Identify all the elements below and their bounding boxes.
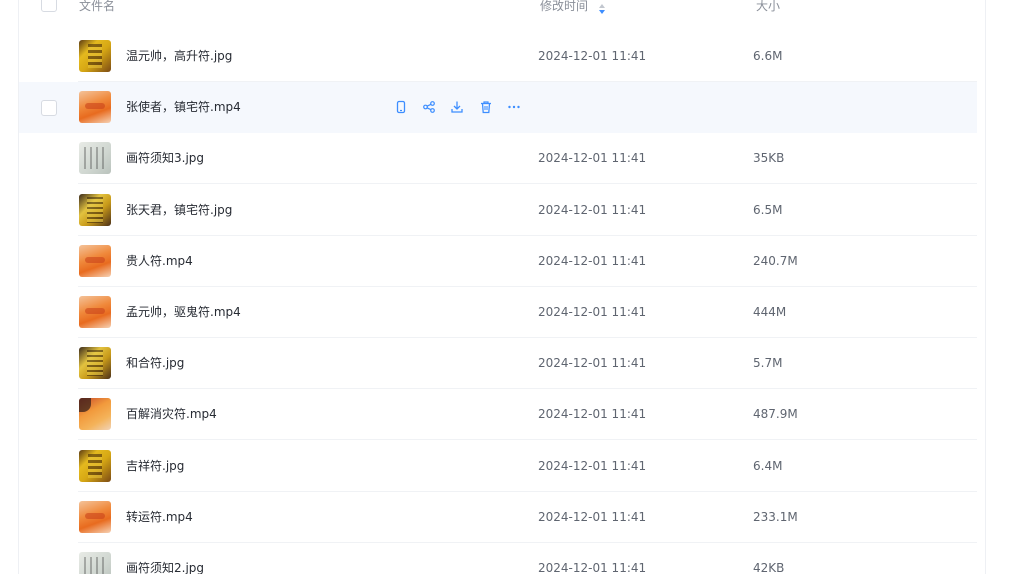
file-modified-time: 2024-12-01 11:41 <box>538 356 647 371</box>
file-modified-time: 2024-12-01 11:41 <box>538 305 647 319</box>
file-size: 6.4M <box>753 458 783 473</box>
file-row[interactable]: 孟元帅，驱鬼符.mp4 2024-12-01 11:41 444M <box>19 287 977 338</box>
file-row[interactable]: 贵人符.mp4 2024-12-01 11:41 240.7M <box>19 236 977 287</box>
file-thumbnail <box>79 347 111 380</box>
download-icon[interactable] <box>448 98 466 116</box>
row-checkbox[interactable] <box>41 100 57 117</box>
sort-icon[interactable] <box>598 0 606 19</box>
file-name[interactable]: 画符须知3.jpg <box>126 150 204 166</box>
file-row[interactable]: 和合符.jpg 2024-12-01 11:41 5.7M <box>19 338 977 390</box>
file-thumbnail <box>79 142 111 175</box>
file-size: 35KB <box>753 151 785 166</box>
file-modified-time: 2024-12-01 11:41 <box>538 253 647 268</box>
file-list-header: 文件名 修改时间 大小 <box>19 0 985 30</box>
column-header-size[interactable]: 大小 <box>756 0 780 12</box>
file-row[interactable]: 画符须知2.jpg 2024-12-01 11:41 42KB <box>19 543 977 574</box>
file-modified-time: 2024-12-01 11:41 <box>538 202 647 217</box>
file-modified-time: 2024-12-01 11:41 <box>538 49 647 63</box>
file-row[interactable]: 张天君，镇宅符.jpg 2024-12-01 11:41 6.5M <box>19 185 977 236</box>
file-size: 5.7M <box>753 356 783 371</box>
file-name[interactable]: 吉祥符.jpg <box>126 458 184 474</box>
file-name[interactable]: 张使者，镇宅符.mp4 <box>126 99 241 115</box>
file-modified-time: 2024-12-01 11:41 <box>538 151 647 166</box>
file-size: 6.5M <box>753 202 783 217</box>
file-thumbnail <box>79 552 111 574</box>
file-name[interactable]: 画符须知2.jpg <box>126 560 204 574</box>
file-name[interactable]: 温元帅，高升符.jpg <box>126 48 232 64</box>
file-thumbnail <box>79 193 111 226</box>
file-thumbnail <box>79 40 111 72</box>
file-row[interactable]: 张使者，镇宅符.mp4 <box>19 82 977 134</box>
file-modified-time: 2024-12-01 11:41 <box>538 407 647 422</box>
file-name[interactable]: 孟元帅，驱鬼符.mp4 <box>126 304 241 320</box>
column-header-modified[interactable]: 修改时间 <box>540 0 588 12</box>
file-row[interactable]: 温元帅，高升符.jpg 2024-12-01 11:41 6.6M <box>19 31 977 82</box>
file-modified-time: 2024-12-01 11:41 <box>538 561 647 574</box>
delete-icon[interactable] <box>477 98 495 116</box>
file-row[interactable]: 百解消灾符.mp4 2024-12-01 11:41 487.9M <box>19 389 977 441</box>
file-modified-time: 2024-12-01 11:41 <box>538 509 647 524</box>
file-size: 240.7M <box>753 253 798 268</box>
file-name[interactable]: 张天君，镇宅符.jpg <box>126 202 232 218</box>
file-size: 444M <box>753 305 787 319</box>
more-icon[interactable] <box>505 98 523 116</box>
column-header-name[interactable]: 文件名 <box>79 0 115 12</box>
phone-icon[interactable] <box>392 98 410 116</box>
file-name[interactable]: 转运符.mp4 <box>126 509 193 525</box>
file-name[interactable]: 贵人符.mp4 <box>126 253 193 269</box>
file-thumbnail <box>79 500 111 533</box>
file-list-panel: 文件名 修改时间 大小 温元帅，高升符.jpg 2024-12-01 11:41 6… <box>18 0 986 574</box>
file-size: 487.9M <box>753 407 798 422</box>
file-size: 6.6M <box>753 49 783 63</box>
file-name[interactable]: 和合符.jpg <box>126 355 184 371</box>
file-row[interactable]: 吉祥符.jpg 2024-12-01 11:41 6.4M <box>19 441 977 492</box>
file-modified-time: 2024-12-01 11:41 <box>538 458 647 473</box>
file-row[interactable]: 转运符.mp4 2024-12-01 11:41 233.1M <box>19 492 977 543</box>
file-size: 233.1M <box>753 509 798 524</box>
select-all-checkbox[interactable] <box>41 0 57 12</box>
file-thumbnail <box>79 296 111 328</box>
file-row[interactable]: 画符须知3.jpg 2024-12-01 11:41 35KB <box>19 133 977 185</box>
file-thumbnail <box>79 91 111 124</box>
file-size: 42KB <box>753 561 785 574</box>
file-thumbnail <box>79 449 111 482</box>
file-thumbnail <box>79 244 111 277</box>
file-thumbnail <box>79 398 111 431</box>
file-name[interactable]: 百解消灾符.mp4 <box>126 406 217 422</box>
share-icon[interactable] <box>420 98 438 116</box>
